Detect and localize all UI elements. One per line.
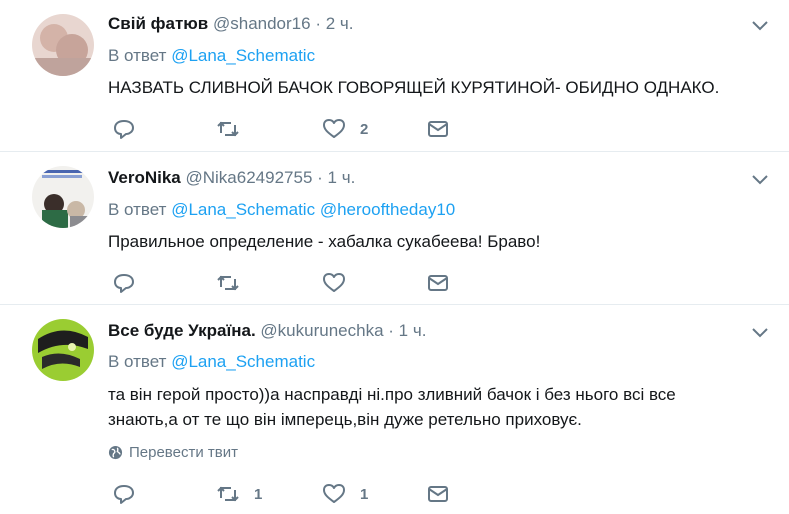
chevron-down-icon[interactable] — [751, 20, 769, 32]
retweet-button[interactable] — [216, 270, 254, 296]
reply-button[interactable] — [112, 270, 136, 296]
reply-icon — [114, 120, 134, 139]
timestamp[interactable]: 1 ч. — [399, 321, 427, 340]
reply-button[interactable] — [112, 116, 136, 142]
like-button[interactable]: 1 — [322, 481, 368, 507]
reply-mention[interactable]: @Lana_Schematic — [171, 352, 315, 371]
heart-icon — [323, 273, 345, 292]
envelope-icon — [428, 486, 448, 502]
tweet-text-line: знають,а от те що він імперець,він дуже … — [108, 410, 582, 429]
translate-link[interactable]: Перевести твит — [108, 444, 238, 461]
envelope-icon — [428, 121, 448, 137]
username[interactable]: @kukurunechka — [260, 321, 383, 340]
reply-mention[interactable]: @Lana_Schematic — [171, 200, 315, 219]
reply-context: В ответ @Lana_Schematic @herooftheday10 — [108, 200, 455, 220]
tweet-header: Все буде Україна. @kukurunechka · 1 ч. — [108, 321, 426, 341]
chevron-down-icon[interactable] — [751, 174, 769, 186]
separator-dot: · — [315, 14, 321, 33]
reply-prefix: В ответ — [108, 352, 167, 371]
like-button[interactable]: 2 — [322, 116, 368, 142]
tweet-actions — [108, 270, 468, 296]
heart-icon — [323, 119, 345, 138]
tweet-actions: 2 — [108, 116, 468, 142]
reply-icon — [114, 485, 134, 504]
timestamp[interactable]: 2 ч. — [326, 14, 354, 33]
globe-icon — [108, 445, 123, 460]
display-name[interactable]: Все буде Україна. — [108, 321, 256, 340]
separator-dot: · — [388, 321, 394, 340]
username[interactable]: @Nika62492755 — [186, 168, 313, 187]
chevron-down-icon[interactable] — [751, 327, 769, 339]
avatar[interactable] — [32, 319, 94, 381]
tweet-text: та він герой просто))а насправді ні.про … — [108, 382, 768, 432]
username[interactable]: @shandor16 — [213, 14, 311, 33]
display-name[interactable]: VeroNika — [108, 168, 181, 187]
tweet-text-line: Правильное определение - хабалка сукабее… — [108, 232, 541, 251]
avatar[interactable] — [32, 14, 94, 76]
reply-icon — [114, 274, 134, 293]
tweet-actions: 1 1 — [108, 481, 468, 507]
retweet-count: 1 — [254, 485, 263, 503]
tweet-2[interactable]: VeroNika @Nika62492755 · 1 ч. В ответ @L… — [0, 152, 789, 305]
reply-context: В ответ @Lana_Schematic — [108, 352, 315, 372]
tweet-text: НАЗВАТЬ СЛИВНОЙ БАЧОК ГОВОРЯЩЕЙ КУРЯТИНО… — [108, 75, 768, 100]
retweet-icon — [217, 121, 239, 137]
like-button[interactable] — [322, 270, 360, 296]
tweet-header: Свій фатюв @shandor16 · 2 ч. — [108, 14, 354, 34]
reply-mention[interactable]: @Lana_Schematic — [171, 46, 315, 65]
reply-mention[interactable]: @herooftheday10 — [320, 200, 455, 219]
tweet-text-line: НАЗВАТЬ СЛИВНОЙ БАЧОК ГОВОРЯЩЕЙ КУРЯТИНО… — [108, 78, 720, 97]
like-count: 2 — [360, 120, 369, 138]
dm-button[interactable] — [426, 116, 450, 142]
heart-icon — [323, 484, 345, 503]
retweet-button[interactable] — [216, 116, 254, 142]
timestamp[interactable]: 1 ч. — [328, 168, 356, 187]
dm-button[interactable] — [426, 270, 450, 296]
tweet-1[interactable]: Свій фатюв @shandor16 · 2 ч. В ответ @La… — [0, 0, 789, 152]
dm-button[interactable] — [426, 481, 450, 507]
tweet-text-line: та він герой просто))а насправді ні.про … — [108, 385, 676, 404]
reply-button[interactable] — [112, 481, 136, 507]
tweet-3[interactable]: Все буде Україна. @kukurunechka · 1 ч. В… — [0, 305, 789, 514]
separator-dot: · — [317, 168, 323, 187]
retweet-button[interactable]: 1 — [216, 481, 262, 507]
retweet-icon — [217, 275, 239, 291]
reply-context: В ответ @Lana_Schematic — [108, 46, 315, 66]
like-count: 1 — [360, 485, 369, 503]
avatar[interactable] — [32, 166, 94, 228]
reply-prefix: В ответ — [108, 200, 167, 219]
translate-label: Перевести твит — [129, 444, 238, 461]
reply-prefix: В ответ — [108, 46, 167, 65]
tweet-text: Правильное определение - хабалка сукабее… — [108, 229, 768, 254]
tweet-header: VeroNika @Nika62492755 · 1 ч. — [108, 168, 355, 188]
retweet-icon — [217, 486, 239, 502]
envelope-icon — [428, 275, 448, 291]
display-name[interactable]: Свій фатюв — [108, 14, 208, 33]
